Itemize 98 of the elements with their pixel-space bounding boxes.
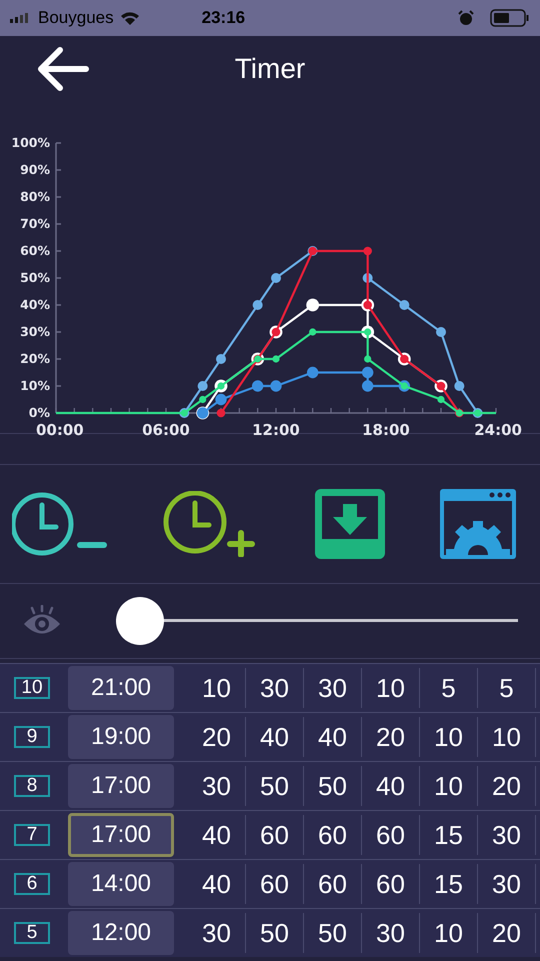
point [252, 300, 263, 310]
time-field[interactable]: 21:00 [68, 666, 174, 710]
y-tick-label: 70% [20, 216, 50, 231]
time-field[interactable]: 12:00 [68, 911, 174, 955]
table-cell: 30 [304, 668, 362, 708]
table-cell: 10 [420, 717, 478, 757]
x-tick-label: 18:00 [362, 421, 410, 439]
table-cell: 30 [478, 864, 536, 904]
y-tick-label: 20% [20, 351, 50, 366]
x-tick-label: 06:00 [142, 421, 190, 439]
point [309, 328, 316, 336]
window-gear-icon[interactable] [440, 489, 516, 559]
row-number[interactable]: 8 [14, 775, 50, 797]
point [363, 246, 372, 256]
y-tick-label: 50% [20, 270, 50, 285]
table-cell: 30 [188, 913, 246, 953]
table-cell: 50 [246, 913, 304, 953]
table-cell: 10 [188, 668, 246, 708]
table-cell: 30 [188, 766, 246, 806]
table-cell: 60 [362, 815, 420, 855]
x-tick-label: 12:00 [252, 421, 300, 439]
wifi-icon [120, 11, 140, 25]
point [216, 408, 226, 418]
time-field[interactable]: 17:00 [68, 764, 174, 808]
table-cell: 20 [478, 766, 536, 806]
y-tick-label: 80% [20, 189, 50, 204]
table-cell: 60 [246, 864, 304, 904]
point [437, 396, 445, 404]
y-tick-label: 0% [28, 405, 50, 420]
point [215, 394, 227, 406]
table-cell: 60 [304, 815, 362, 855]
table-cell: 5 [420, 668, 478, 708]
y-tick-label: 40% [20, 297, 50, 312]
row-number[interactable]: 10 [14, 677, 50, 699]
y-tick-label: 60% [20, 243, 50, 258]
clock-minus-icon[interactable] [12, 491, 108, 557]
time-field[interactable]: 17:00 [68, 813, 174, 857]
clock-time: 23:16 [202, 8, 246, 28]
table-cell: 5 [478, 668, 536, 708]
row-number[interactable]: 5 [14, 922, 50, 944]
point [252, 380, 264, 392]
point [454, 381, 464, 391]
point [436, 327, 446, 337]
point [364, 355, 372, 363]
point [362, 366, 374, 378]
table-cell: 30 [246, 668, 304, 708]
slider-thumb[interactable] [116, 597, 164, 645]
table-cell: 40 [188, 815, 246, 855]
point [362, 380, 374, 392]
time-field[interactable]: 19:00 [68, 715, 174, 759]
time-field[interactable]: 14:00 [68, 862, 174, 906]
table-cell: 60 [304, 864, 362, 904]
y-tick-label: 100% [11, 135, 50, 150]
download-tray-icon[interactable] [314, 489, 385, 559]
table-cell: 20 [478, 913, 536, 953]
table-cell: 60 [362, 864, 420, 904]
point [198, 381, 208, 391]
table-cell: 50 [304, 766, 362, 806]
table-cell: 10 [362, 668, 420, 708]
x-tick-label: 00:00 [36, 421, 84, 439]
signal-icon [10, 13, 30, 23]
table-cell: 40 [304, 717, 362, 757]
page-title: Timer [234, 53, 306, 85]
brightness-slider[interactable] [116, 597, 518, 645]
carrier-name: Bouygues [38, 8, 114, 28]
table-cell: 40 [362, 766, 420, 806]
table-cell: 10 [420, 766, 478, 806]
point [199, 396, 206, 404]
table-cell: 30 [362, 913, 420, 953]
alarm-icon [458, 10, 474, 26]
y-tick-label: 30% [20, 324, 50, 339]
point [271, 273, 281, 283]
table-cell: 10 [420, 913, 478, 953]
table-cell: 40 [246, 717, 304, 757]
table-cell: 40 [188, 864, 246, 904]
row-number[interactable]: 6 [14, 873, 50, 895]
point [216, 354, 226, 364]
y-tick-label: 10% [20, 378, 50, 393]
table-cell: 60 [246, 815, 304, 855]
table-cell: 30 [478, 815, 536, 855]
point [270, 380, 282, 392]
point [306, 366, 318, 378]
row-number[interactable]: 7 [14, 824, 50, 846]
x-tick-label: 24:00 [474, 421, 522, 439]
back-button[interactable] [36, 46, 90, 92]
table-cell: 50 [304, 913, 362, 953]
table-cell: 15 [420, 864, 478, 904]
table-cell: 50 [246, 766, 304, 806]
point [399, 300, 410, 310]
table-cell: 20 [362, 717, 420, 757]
table-cell: 15 [420, 815, 478, 855]
battery-icon [490, 9, 530, 27]
point [272, 355, 280, 363]
point [306, 298, 320, 312]
table-cell: 20 [188, 717, 246, 757]
table-cell: 10 [478, 717, 536, 757]
row-number[interactable]: 9 [14, 726, 50, 748]
y-tick-label: 90% [20, 162, 50, 177]
